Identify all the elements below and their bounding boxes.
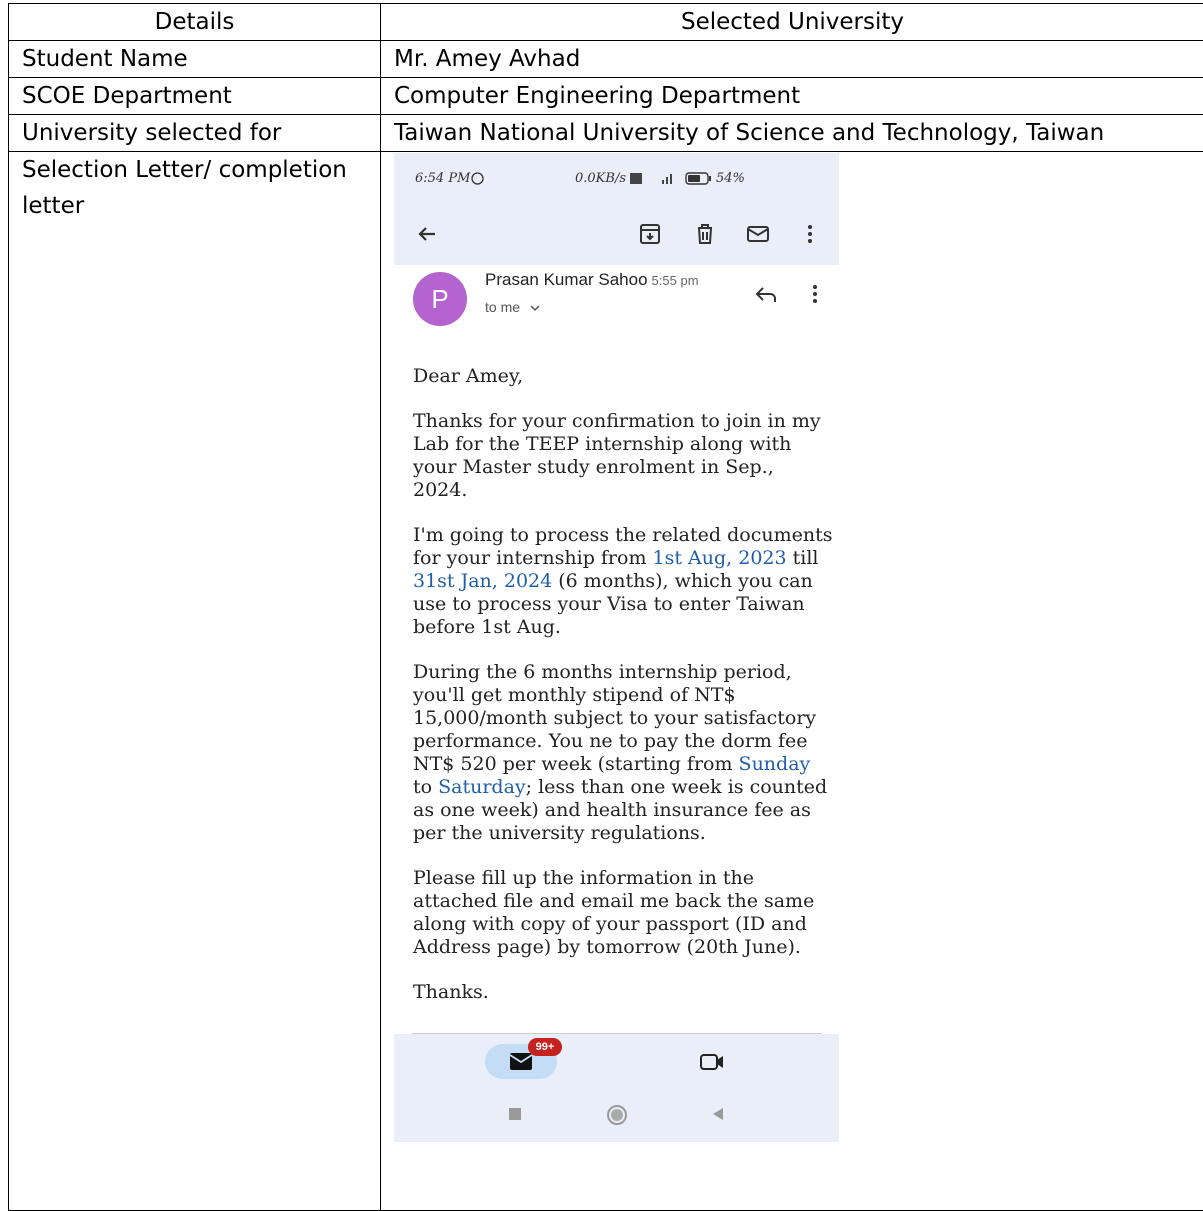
row-label: University selected for: [9, 115, 381, 152]
sent-time: 5:55 pm: [652, 273, 699, 288]
paragraph-1: Thanks for your confirmation to join in …: [413, 410, 833, 502]
more-vert-icon[interactable]: [805, 283, 825, 305]
status-time: 6:54 PM: [415, 171, 470, 186]
table-header-row: Details Selected University: [9, 4, 1203, 41]
bottom-nav: 99+: [394, 1034, 839, 1142]
avatar[interactable]: P: [413, 272, 467, 326]
header-selected-university: Selected University: [381, 4, 1203, 41]
sender-name: Prasan Kumar Sahoo: [485, 270, 648, 289]
date-link[interactable]: Saturday: [438, 776, 526, 798]
signoff: Thanks.: [413, 981, 833, 1004]
date-link[interactable]: 31st Jan, 2024: [413, 570, 552, 592]
table-row: Student Name Mr. Amey Avhad: [9, 41, 1203, 78]
recent-apps-icon[interactable]: [507, 1106, 523, 1122]
email-screenshot: 6:54 PM 0.0KB/s 54% P Prasan Kumar Sahoo…: [394, 153, 839, 1142]
table-row: University selected for Taiwan National …: [9, 115, 1203, 152]
delete-icon[interactable]: [692, 221, 718, 247]
row-label: SCOE Department: [9, 78, 381, 115]
more-vert-icon[interactable]: [797, 221, 823, 247]
date-link[interactable]: Sunday: [739, 753, 811, 775]
mark-unread-icon[interactable]: [745, 221, 771, 247]
chevron-down-icon: [530, 304, 540, 312]
row-value: Taiwan National University of Science an…: [381, 115, 1203, 152]
reply-icon[interactable]: [754, 284, 780, 306]
status-bar: 6:54 PM 0.0KB/s 54%: [394, 153, 839, 203]
home-icon[interactable]: [606, 1104, 628, 1126]
sender-line: Prasan Kumar Sahoo 5:55 pm: [485, 270, 699, 290]
signal-icon: [630, 172, 684, 185]
archive-icon[interactable]: [637, 221, 663, 247]
paragraph-4: Please fill up the information in the at…: [413, 867, 833, 959]
text-span: till: [787, 547, 819, 569]
greeting: Dear Amey,: [413, 365, 833, 388]
email-toolbar: [394, 203, 839, 265]
back-arrow-icon[interactable]: [414, 221, 440, 247]
row-label: Selection Letter/ completion letter: [9, 152, 381, 1211]
battery-icon: [685, 172, 713, 185]
status-network: 0.0KB/s: [575, 171, 626, 186]
row-label: Student Name: [9, 41, 381, 78]
table-row: SCOE Department Computer Engineering Dep…: [9, 78, 1203, 115]
recipient-toggle[interactable]: to me: [485, 299, 540, 315]
header-details: Details: [9, 4, 381, 41]
recipient-label: to me: [485, 299, 520, 315]
paragraph-3: During the 6 months internship period, y…: [413, 661, 833, 845]
status-battery: 54%: [716, 171, 745, 186]
whatsapp-icon: [471, 172, 484, 185]
back-nav-icon[interactable]: [710, 1106, 726, 1122]
date-link[interactable]: 1st Aug, 2023: [653, 547, 787, 569]
unread-badge: 99+: [528, 1038, 562, 1056]
paragraph-2: I'm going to process the related documen…: [413, 524, 833, 639]
row-value: Computer Engineering Department: [381, 78, 1203, 115]
email-body: Dear Amey, Thanks for your confirmation …: [413, 365, 833, 1026]
text-span: to: [413, 776, 438, 798]
video-meet-icon[interactable]: [699, 1053, 725, 1071]
mail-icon: [509, 1052, 533, 1071]
row-value: Mr. Amey Avhad: [381, 41, 1203, 78]
